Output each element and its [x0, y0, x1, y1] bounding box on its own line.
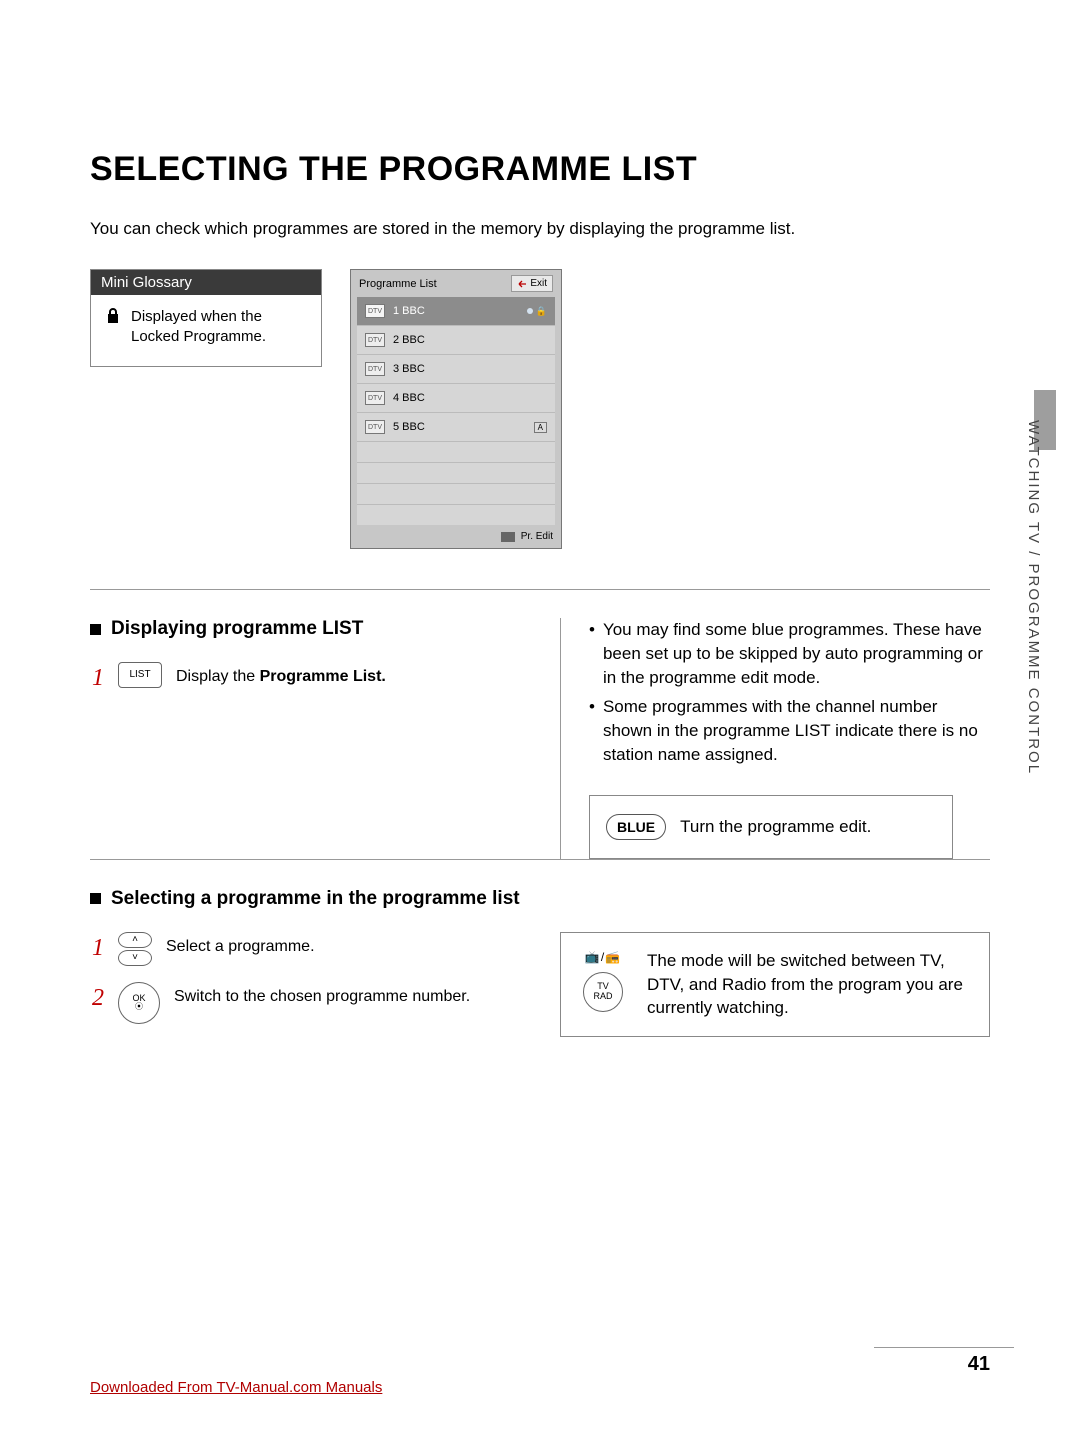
dtv-icon: DTV: [365, 420, 385, 434]
blue-callout: BLUE Turn the programme edit.: [589, 795, 953, 859]
osd-row-label: 5 BBC: [393, 421, 425, 433]
step-number: 1: [90, 666, 104, 690]
osd-row-label: 4 BBC: [393, 392, 425, 404]
osd-footer-label: Pr. Edit: [521, 531, 553, 542]
step-text: Select a programme.: [166, 938, 315, 956]
ok-button[interactable]: OK ⦿: [118, 982, 160, 1024]
chevron-down-icon: ˅: [118, 950, 152, 966]
osd-row-label: 3 BBC: [393, 363, 425, 375]
osd-row[interactable]: DTV 3 BBC: [357, 355, 555, 384]
step-number: 1: [90, 936, 104, 960]
programme-list-osd: Programme List Exit DTV 1 BBC 🔒 DTV: [350, 269, 562, 549]
osd-exit-button[interactable]: Exit: [511, 275, 553, 292]
step-text: Display the Programme List.: [176, 668, 386, 686]
osd-rows: DTV 1 BBC 🔒 DTV 2 BBC DTV 3 BBC DTV: [357, 297, 555, 525]
intro-text: You can check which programmes are store…: [90, 219, 990, 239]
osd-row[interactable]: DTV 2 BBC: [357, 326, 555, 355]
page-number: 41: [968, 1353, 990, 1376]
exit-arrow-icon: [517, 280, 527, 288]
up-down-button[interactable]: ˄ ˅: [118, 932, 152, 966]
footer-swatch-icon: [501, 532, 515, 542]
step-text: Switch to the chosen programme number.: [174, 988, 470, 1006]
osd-title: Programme List: [359, 278, 437, 290]
status-dot-icon: [527, 308, 533, 314]
list-button[interactable]: LIST: [118, 662, 162, 688]
tv-rad-button[interactable]: TV RAD: [583, 972, 623, 1012]
blue-callout-text: Turn the programme edit.: [680, 817, 871, 837]
note-item: You may find some blue programmes. These…: [603, 618, 990, 689]
osd-row[interactable]: DTV 4 BBC: [357, 384, 555, 413]
notes-list: You may find some blue programmes. These…: [589, 618, 990, 767]
dtv-icon: DTV: [365, 304, 385, 318]
source-link[interactable]: Downloaded From TV-Manual.com Manuals: [90, 1379, 382, 1396]
section-tab-label: WATCHING TV / PROGRAMME CONTROL: [1025, 420, 1042, 775]
osd-row[interactable]: DTV 5 BBC A: [357, 413, 555, 442]
osd-row-label: 2 BBC: [393, 334, 425, 346]
mini-glossary-box: Mini Glossary Displayed when the Locked …: [90, 269, 322, 367]
mode-switch-text: The mode will be switched between TV, DT…: [647, 949, 973, 1020]
mode-switch-note: 📺/📻 TV RAD The mode will be switched bet…: [560, 932, 990, 1037]
dtv-icon: DTV: [365, 391, 385, 405]
square-bullet-icon: [90, 893, 101, 904]
section-heading-displaying: Displaying programme LIST: [90, 618, 520, 640]
a-badge-icon: A: [534, 422, 547, 433]
mini-glossary-text: Displayed when the Locked Programme.: [131, 307, 311, 348]
rad-label: RAD: [593, 992, 612, 1001]
lock-icon: 🔒: [536, 306, 547, 317]
chevron-up-icon: ˄: [118, 932, 152, 948]
divider: [90, 859, 990, 860]
divider: [90, 589, 990, 590]
ok-dot-icon: ⦿: [135, 1003, 143, 1011]
square-bullet-icon: [90, 624, 101, 635]
osd-row[interactable]: DTV 1 BBC 🔒: [357, 297, 555, 326]
dtv-icon: DTV: [365, 362, 385, 376]
osd-row-label: 1 BBC: [393, 305, 425, 317]
mini-glossary-header: Mini Glossary: [91, 270, 321, 295]
osd-exit-label: Exit: [530, 278, 547, 289]
lock-icon: [105, 307, 121, 325]
step-number: 2: [90, 986, 104, 1010]
divider: [874, 1347, 1014, 1348]
section-heading-selecting: Selecting a programme in the programme l…: [90, 888, 990, 910]
tv-radio-icon: 📺/📻: [585, 949, 621, 966]
page-title: SELECTING THE PROGRAMME LIST: [90, 150, 990, 189]
note-item: Some programmes with the channel number …: [603, 695, 990, 766]
dtv-icon: DTV: [365, 333, 385, 347]
section-tab: WATCHING TV / PROGRAMME CONTROL: [1022, 420, 1042, 780]
blue-button[interactable]: BLUE: [606, 814, 666, 840]
